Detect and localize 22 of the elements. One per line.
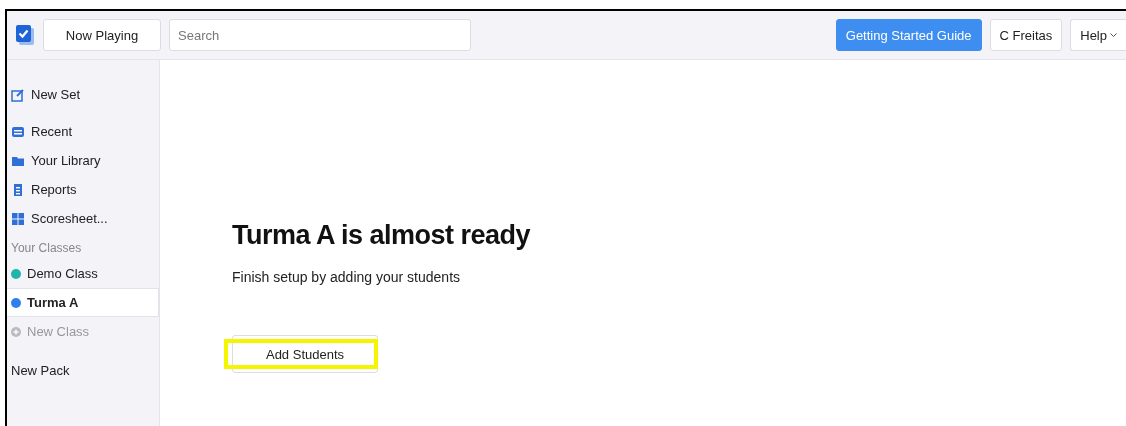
sidebar-item[interactable]: Your Library: [7, 146, 159, 175]
section-heading: Your Classes: [10, 240, 83, 257]
user-button[interactable]: C Freitas: [989, 19, 1063, 51]
edit-icon: [11, 87, 25, 102]
new-pack-link[interactable]: New Pack: [7, 356, 159, 385]
logo-icon[interactable]: [15, 24, 35, 46]
grid-icon: [11, 211, 25, 226]
help-button[interactable]: Help: [1070, 19, 1126, 51]
caret-icon: [1110, 32, 1117, 38]
tray-icon: [11, 124, 25, 139]
sidebar-item[interactable]: Reports: [7, 175, 159, 204]
now-playing-button[interactable]: Now Playing: [43, 19, 161, 51]
sidebar-item[interactable]: Scoresheet...: [7, 204, 159, 233]
new-set-link[interactable]: New Set: [7, 80, 159, 109]
class-item[interactable]: Turma A: [7, 288, 159, 317]
class-item[interactable]: Demo Class: [7, 259, 159, 288]
page-title: Turma A is almost ready: [232, 220, 532, 251]
report-icon: [11, 182, 25, 197]
subtitle: Finish setup by adding your students: [232, 269, 462, 285]
plus-circle-icon: [11, 326, 21, 337]
search-field[interactable]: Search: [169, 19, 471, 51]
sidebar-item[interactable]: Recent: [7, 117, 159, 146]
